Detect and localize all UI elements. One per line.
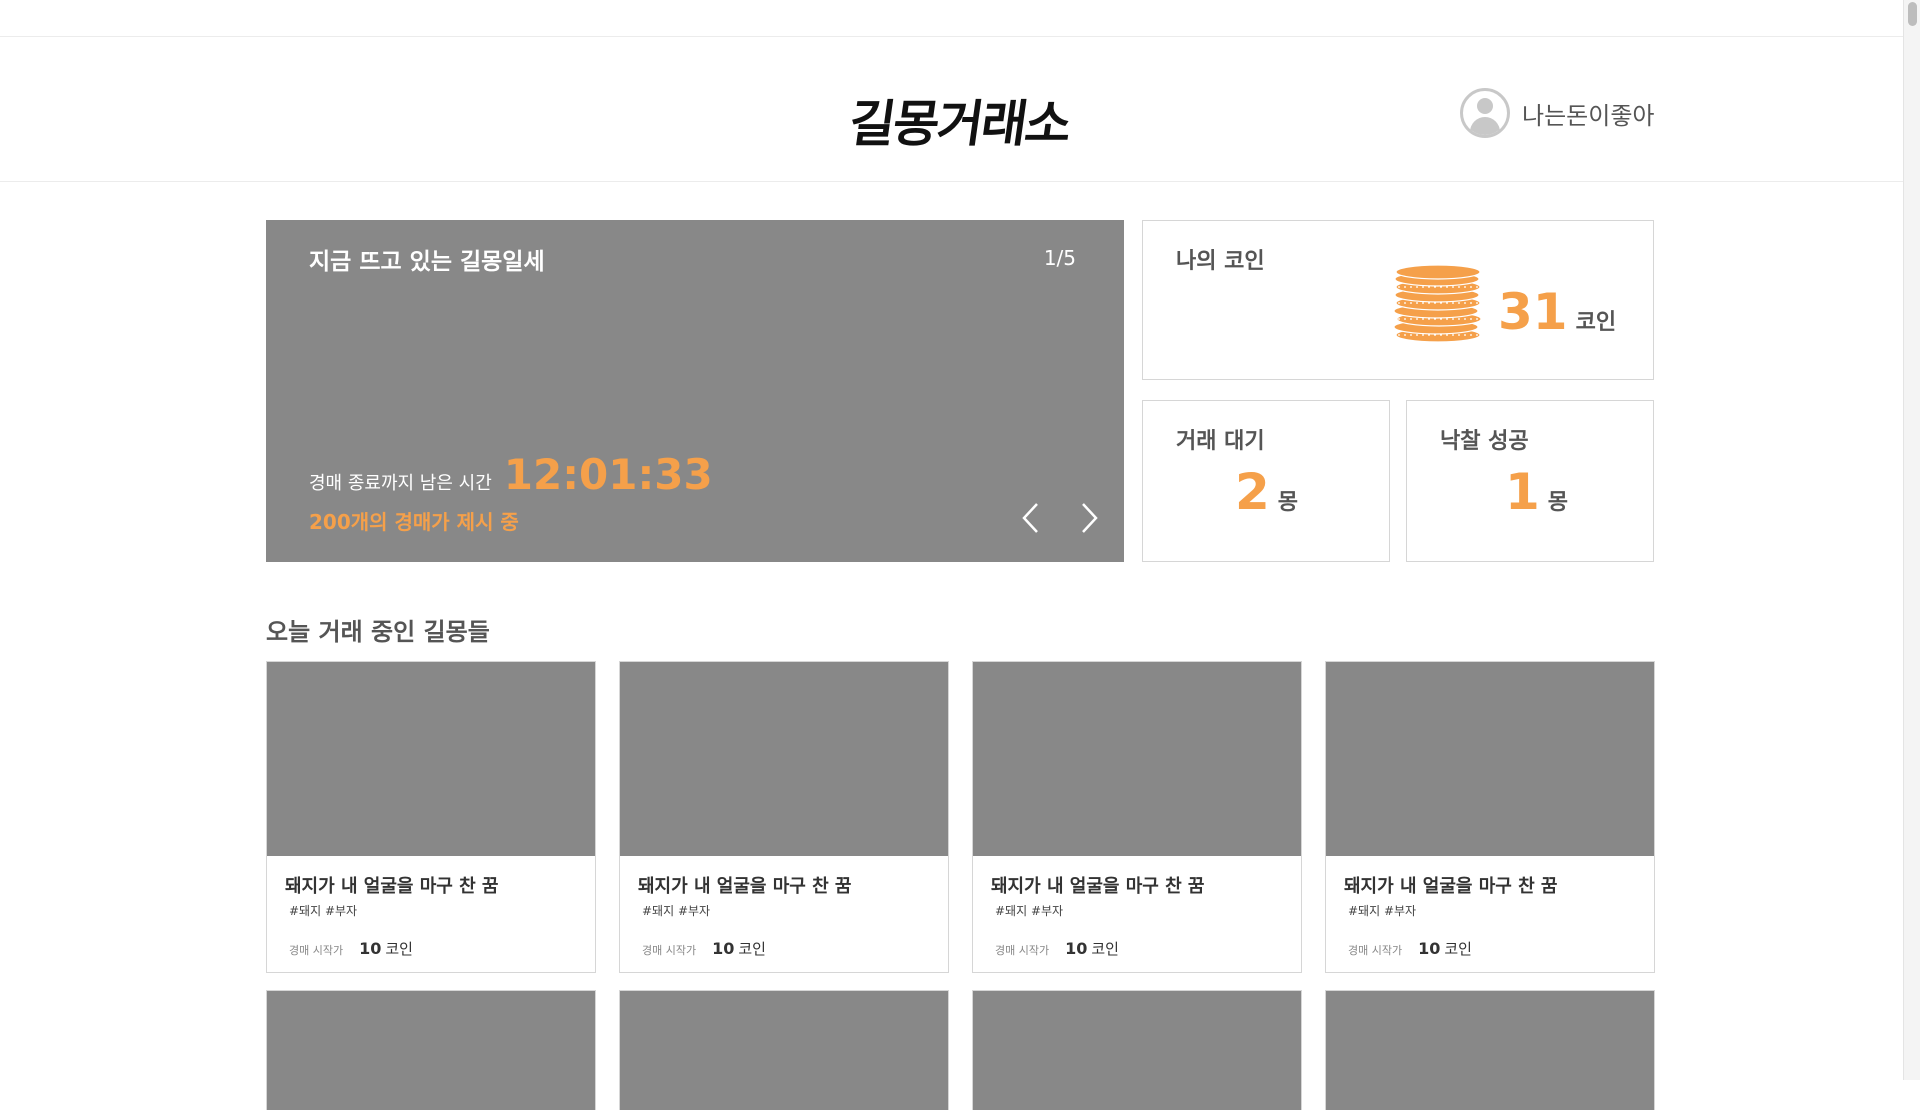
- price-unit: 코인: [1091, 940, 1119, 958]
- pending-value: 2 몽: [1235, 463, 1298, 521]
- coin-stack-icon: [1393, 264, 1482, 343]
- section-title: 오늘 거래 중인 길몽들: [266, 618, 490, 646]
- bid-count: 200개의 경매가 제시 중: [309, 510, 519, 534]
- product-card[interactable]: [619, 990, 949, 1110]
- product-card[interactable]: 돼지가 내 얼굴을 마구 찬 꿈 #돼지 #부자 경매 시작가 10 코인: [266, 661, 596, 973]
- price-unit: 코인: [1444, 940, 1472, 958]
- product-name: 돼지가 내 얼굴을 마구 찬 꿈: [1344, 876, 1558, 897]
- product-tags: #돼지 #부자: [995, 904, 1064, 918]
- product-image: [620, 991, 948, 1110]
- product-card[interactable]: 돼지가 내 얼굴을 마구 찬 꿈 #돼지 #부자 경매 시작가 10 코인: [1325, 661, 1655, 973]
- product-image: [973, 662, 1301, 856]
- product-card[interactable]: [1325, 990, 1655, 1110]
- product-card[interactable]: [266, 990, 596, 1110]
- pending-count: 2: [1235, 463, 1270, 521]
- price-unit: 코인: [738, 940, 766, 958]
- product-price-row: 경매 시작가 10 코인: [995, 938, 1119, 959]
- product-image: [1326, 991, 1654, 1110]
- scrollbar-thumb[interactable]: [1908, 2, 1917, 26]
- product-image: [620, 662, 948, 856]
- user-profile[interactable]: 나는돈이좋아: [1460, 86, 1654, 140]
- price-label: 경매 시작가: [289, 944, 344, 957]
- countdown-row: 경매 종료까지 남은 시간 12:01:33: [309, 450, 713, 499]
- price-label: 경매 시작가: [642, 944, 697, 957]
- product-price-row: 경매 시작가 10 코인: [289, 938, 413, 959]
- banner-page-indicator: 1/5: [1043, 246, 1076, 270]
- won-count: 1: [1505, 463, 1540, 521]
- price-value: 10: [1418, 939, 1441, 958]
- price-value: 10: [712, 939, 735, 958]
- product-image: [267, 991, 595, 1110]
- coin-count: 31: [1498, 283, 1568, 341]
- won-bids-card[interactable]: 낙찰 성공 1 몽: [1406, 400, 1654, 562]
- coin-unit: 코인: [1575, 310, 1617, 335]
- site-logo[interactable]: 길몽거래소: [840, 84, 1080, 156]
- product-card[interactable]: 돼지가 내 얼굴을 마구 찬 꿈 #돼지 #부자 경매 시작가 10 코인: [972, 661, 1302, 973]
- hot-dream-banner[interactable]: 지금 뜨고 있는 길몽일세 1/5 경매 종료까지 남은 시간 12:01:33…: [266, 220, 1124, 562]
- top-strip: [0, 0, 1904, 37]
- product-tags: #돼지 #부자: [1348, 904, 1417, 918]
- price-label: 경매 시작가: [995, 944, 1050, 957]
- product-name: 돼지가 내 얼굴을 마구 찬 꿈: [991, 876, 1205, 897]
- banner-next-button[interactable]: [1068, 498, 1108, 538]
- user-avatar-icon: [1460, 88, 1510, 138]
- product-price-row: 경매 시작가 10 코인: [1348, 938, 1472, 959]
- product-card[interactable]: [972, 990, 1302, 1110]
- product-image: [267, 662, 595, 856]
- price-unit: 코인: [385, 940, 413, 958]
- product-tags: #돼지 #부자: [289, 904, 358, 918]
- product-price-row: 경매 시작가 10 코인: [642, 938, 766, 959]
- product-tags: #돼지 #부자: [642, 904, 711, 918]
- countdown-label: 경매 종료까지 남은 시간: [309, 473, 492, 494]
- pending-unit: 몽: [1277, 490, 1299, 515]
- chevron-right-icon: [1082, 503, 1098, 533]
- product-image: [973, 991, 1301, 1110]
- price-label: 경매 시작가: [1348, 944, 1403, 957]
- pending-title: 거래 대기: [1176, 429, 1265, 454]
- my-coins-title: 나의 코인: [1176, 249, 1265, 274]
- user-name: 나는돈이좋아: [1522, 101, 1655, 130]
- page-scrollbar[interactable]: [1903, 0, 1920, 1080]
- my-coins-card: 나의 코인 31 코인: [1142, 220, 1654, 380]
- banner-prev-button[interactable]: [1012, 498, 1052, 538]
- won-title: 낙찰 성공: [1440, 429, 1529, 454]
- won-unit: 몽: [1547, 490, 1569, 515]
- pending-trades-card[interactable]: 거래 대기 2 몽: [1142, 400, 1390, 562]
- product-image: [1326, 662, 1654, 856]
- site-header: 길몽거래소 나는돈이좋아: [0, 36, 1904, 182]
- product-name: 돼지가 내 얼굴을 마구 찬 꿈: [285, 876, 499, 897]
- product-name: 돼지가 내 얼굴을 마구 찬 꿈: [638, 876, 852, 897]
- price-value: 10: [359, 939, 382, 958]
- won-value: 1 몽: [1505, 463, 1568, 521]
- product-card[interactable]: 돼지가 내 얼굴을 마구 찬 꿈 #돼지 #부자 경매 시작가 10 코인: [619, 661, 949, 973]
- my-coins-value: 31 코인: [1498, 283, 1616, 341]
- chevron-left-icon: [1022, 503, 1038, 533]
- price-value: 10: [1065, 939, 1088, 958]
- banner-title: 지금 뜨고 있는 길몽일세: [309, 249, 545, 275]
- countdown-timer: 12:01:33: [503, 450, 713, 499]
